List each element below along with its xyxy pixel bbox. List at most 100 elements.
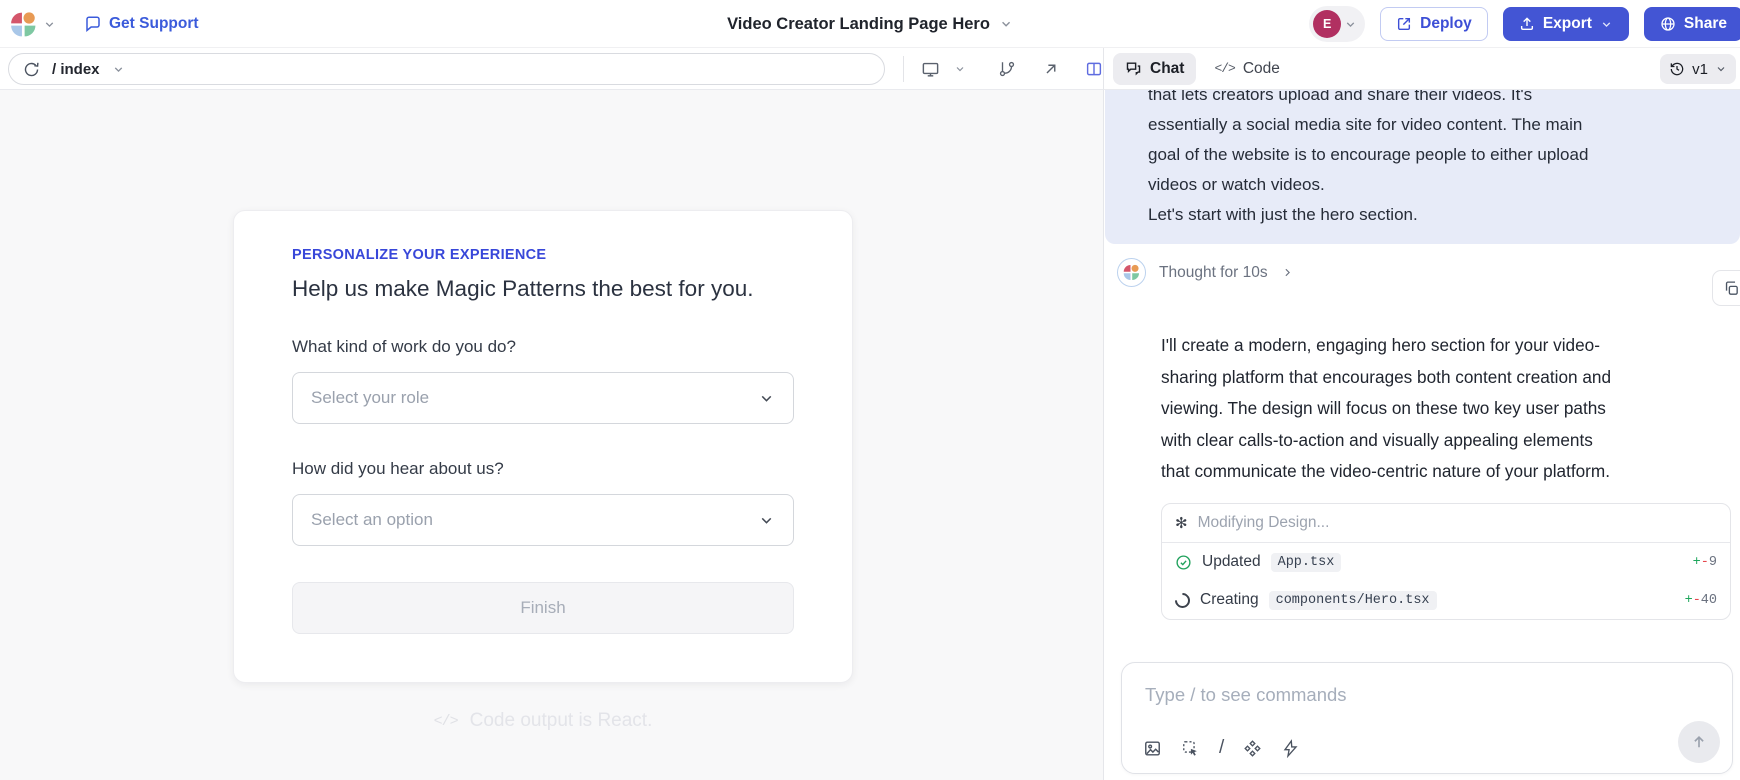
code-output-note: </> Code output is React. (233, 710, 853, 732)
globe-icon (1660, 16, 1676, 32)
modal-heading: Help us make Magic Patterns the best for… (292, 276, 794, 302)
lightning-bolt-icon (1281, 739, 1300, 758)
deploy-label: Deploy (1420, 15, 1472, 33)
tab-chat-label: Chat (1150, 60, 1184, 78)
version-label: v1 (1692, 61, 1708, 78)
attach-image-button[interactable] (1143, 739, 1162, 758)
added-count: + (1685, 593, 1693, 608)
export-button[interactable]: Export (1503, 7, 1629, 41)
referral-select-chevron-icon (758, 512, 775, 529)
user-message-line: essentially a social media site for vide… (1148, 110, 1704, 140)
page-title: Video Creator Landing Page Hero (727, 15, 990, 34)
activity-action: Creating (1200, 591, 1259, 609)
refresh-icon[interactable] (23, 61, 40, 78)
assistant-logo-icon (1123, 264, 1140, 281)
removed-count: - (1693, 593, 1701, 608)
image-icon (1143, 739, 1162, 758)
branch-button[interactable] (991, 55, 1023, 83)
chat-toolbar: Chat </> Code v1 (1103, 48, 1740, 90)
activity-action: Updated (1202, 553, 1261, 571)
file-chip[interactable]: App.tsx (1271, 553, 1342, 572)
external-link-icon (1396, 16, 1412, 32)
modal-eyebrow: PERSONALIZE YOUR EXPERIENCE (292, 247, 794, 263)
route-chevron-down-icon[interactable] (112, 63, 125, 76)
activity-header-label: Modifying Design... (1198, 514, 1330, 532)
chat-pane: that lets creators upload and share thei… (1103, 90, 1740, 780)
monitor-icon (921, 60, 940, 79)
assistant-message-line: with clear calls-to-action and visually … (1161, 425, 1611, 457)
finish-button[interactable]: Finish (292, 582, 794, 634)
thought-chevron-right-icon (1281, 266, 1294, 279)
user-message-line: videos or watch videos. (1148, 170, 1704, 200)
account-menu[interactable]: E (1309, 6, 1365, 42)
device-chevron-button[interactable] (947, 58, 973, 80)
referral-select-placeholder: Select an option (311, 510, 433, 530)
top-bar: Get Support Video Creator Landing Page H… (0, 0, 1740, 48)
diff-delta: +-40 (1685, 593, 1717, 608)
select-element-button[interactable] (1181, 739, 1200, 758)
share-label: Share (1684, 15, 1727, 33)
thought-label: Thought for 10s (1159, 264, 1268, 282)
line-count: 40 (1701, 593, 1717, 608)
removed-count: - (1701, 555, 1709, 570)
deploy-button[interactable]: Deploy (1380, 7, 1488, 41)
tab-chat[interactable]: Chat (1113, 53, 1196, 85)
open-in-new-tab-button[interactable] (1035, 56, 1066, 83)
activity-card: ✻ Modifying Design... Updated App.tsx +-… (1161, 503, 1731, 620)
user-message-line: that lets creators upload and share thei… (1148, 90, 1704, 110)
assistant-message: I'll create a modern, engaging hero sect… (1161, 330, 1611, 488)
tab-code[interactable]: </> Code (1202, 53, 1291, 85)
chat-composer: / (1121, 662, 1733, 774)
arrow-up-icon (1690, 733, 1708, 751)
get-support-button[interactable]: Get Support (84, 15, 199, 33)
tab-code-label: Code (1243, 60, 1280, 78)
assistant-message-line: sharing platform that encourages both co… (1161, 362, 1611, 394)
referral-question-label: How did you hear about us? (292, 459, 794, 479)
get-support-label: Get Support (109, 15, 199, 33)
export-chevron-down-icon (1600, 18, 1613, 31)
role-select[interactable]: Select your role (292, 372, 794, 424)
code-icon: </> (1214, 61, 1234, 76)
referral-select[interactable]: Select an option (292, 494, 794, 546)
role-select-chevron-icon (758, 390, 775, 407)
share-button[interactable]: Share (1644, 7, 1740, 41)
title-chevron-down-icon[interactable] (999, 17, 1013, 31)
user-message-line: goal of the website is to encourage peop… (1148, 140, 1704, 170)
project-title-menu[interactable]: Video Creator Landing Page Hero (727, 0, 1013, 48)
components-diamonds-icon (1243, 739, 1262, 758)
select-region-icon (1181, 739, 1200, 758)
sparkle-icon: ✻ (1175, 514, 1188, 532)
app-window: Get Support Video Creator Landing Page H… (0, 0, 1740, 780)
code-output-text: Code output is React. (470, 710, 653, 732)
send-button[interactable] (1678, 721, 1720, 763)
chat-input[interactable] (1145, 681, 1625, 709)
workspace-chevron-down-icon[interactable] (43, 18, 56, 31)
arrow-up-right-icon (1042, 61, 1059, 78)
route-path: / index (52, 61, 100, 78)
code-output-icon: </> (434, 713, 458, 730)
copy-icon (1723, 280, 1740, 297)
thought-toggle[interactable]: Thought for 10s (1117, 258, 1294, 287)
quick-action-button[interactable] (1281, 739, 1300, 758)
support-chat-bubble-icon (84, 15, 102, 33)
assistant-message-line: that communicate the video-centric natur… (1161, 456, 1611, 488)
copy-message-button[interactable] (1712, 270, 1740, 306)
history-icon (1669, 61, 1685, 77)
preview-toolbar-left: / index (0, 48, 1103, 90)
version-history-button[interactable]: v1 (1660, 54, 1736, 84)
chat-bubbles-icon (1125, 60, 1142, 77)
components-button[interactable] (1243, 739, 1262, 758)
upload-icon (1519, 16, 1535, 32)
file-chip[interactable]: components/Hero.tsx (1269, 591, 1437, 610)
preview-toolbar: / index (0, 48, 1740, 90)
split-columns-icon (1085, 60, 1103, 78)
finish-label: Finish (520, 598, 565, 618)
account-chevron-down-icon (1344, 18, 1357, 31)
slash-command-button[interactable]: / (1219, 737, 1224, 759)
magic-patterns-logo-icon[interactable] (10, 11, 37, 38)
spinner-icon (1172, 589, 1193, 610)
activity-header: ✻ Modifying Design... (1162, 504, 1730, 543)
device-preview-button[interactable] (914, 55, 947, 84)
export-label: Export (1543, 15, 1592, 33)
address-bar[interactable]: / index (8, 53, 885, 85)
